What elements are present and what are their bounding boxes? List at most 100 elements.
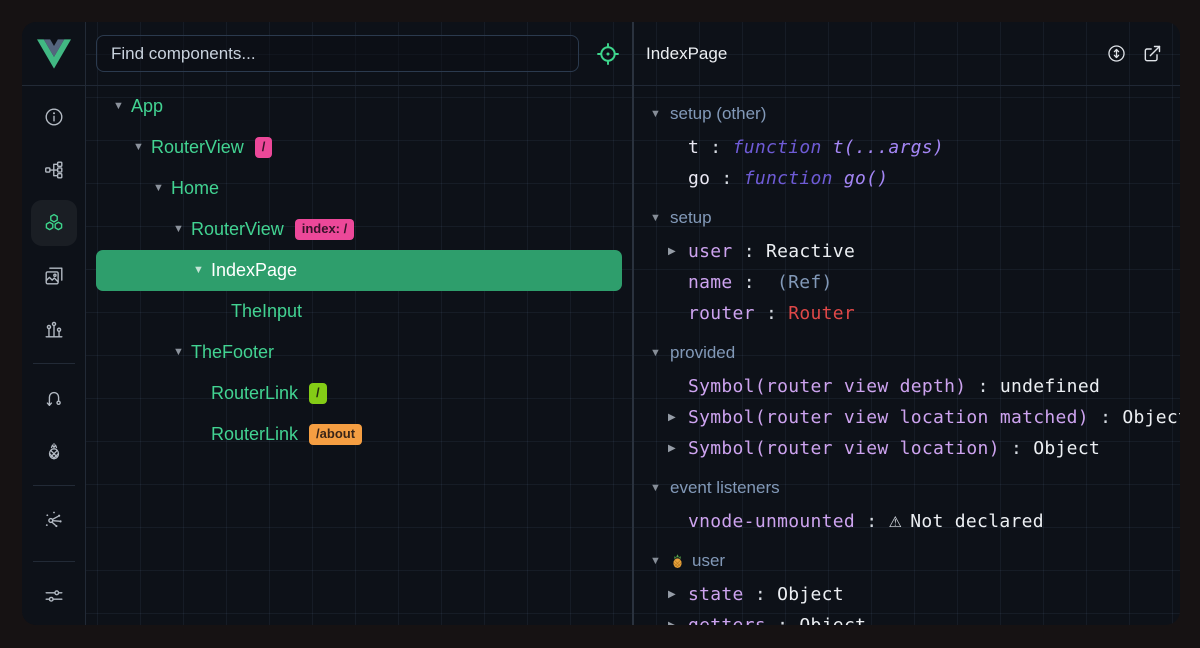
sidebar-divider	[33, 485, 75, 486]
tree-node-routerview-index[interactable]: RouterView index: /	[96, 209, 622, 250]
chevron-down-icon	[650, 483, 670, 494]
tree-node-routerview[interactable]: RouterView /	[96, 127, 622, 168]
tree-node-label: Home	[171, 178, 219, 199]
entry-key: router	[688, 303, 755, 324]
state-entry-vnode-unmounted[interactable]: vnode-unmounted : ⚠ Not declared	[634, 506, 1180, 537]
entry-value: Object	[1033, 438, 1100, 459]
entry-key: Symbol(router view depth)	[688, 376, 966, 397]
chevron-right-icon[interactable]	[668, 444, 688, 454]
chevron-down-icon[interactable]	[113, 101, 131, 112]
state-entry-name[interactable]: name : (Ref)	[634, 267, 1180, 298]
tree-node-indexpage[interactable]: IndexPage	[96, 250, 622, 291]
entry-key: vnode-unmounted	[688, 511, 855, 532]
chevron-down-icon	[650, 109, 670, 120]
state-entry-router-view-location-matched[interactable]: Symbol(router view location matched) : O…	[634, 402, 1180, 433]
chevron-down-icon[interactable]	[193, 265, 211, 276]
entry-value: go()	[844, 168, 889, 189]
entry-value: Object	[777, 584, 844, 605]
section-header[interactable]: event listeners	[634, 470, 1180, 506]
entry-key: user	[688, 241, 733, 262]
pages-tree-icon[interactable]	[31, 147, 77, 193]
state-entry-router[interactable]: router : Router	[634, 298, 1180, 329]
info-icon[interactable]	[31, 94, 77, 140]
chevron-down-icon[interactable]	[153, 183, 171, 194]
vue-logo	[22, 22, 85, 86]
state-entry-t[interactable]: t : function t(...args)	[634, 132, 1180, 163]
section-setup-other: setup (other) t : function t(...args) go…	[634, 96, 1180, 194]
inspector-panel: IndexPage	[634, 22, 1180, 625]
entry-key: t	[688, 137, 699, 158]
search-input[interactable]	[96, 35, 579, 72]
entry-value: (Ref)	[777, 272, 833, 293]
state-entry-user[interactable]: user : Reactive	[634, 236, 1180, 267]
settings-icon[interactable]	[31, 573, 77, 625]
tree-node-home[interactable]: Home	[96, 168, 622, 209]
components-toolbar	[86, 22, 632, 86]
state-entry-state[interactable]: state : Object	[634, 579, 1180, 610]
entry-value: t(...args)	[833, 137, 944, 158]
sidebar	[22, 22, 86, 625]
section-header[interactable]: provided	[634, 335, 1180, 371]
assets-icon[interactable]	[31, 253, 77, 299]
warning-icon: ⚠	[888, 513, 902, 531]
section-header[interactable]: setup (other)	[634, 96, 1180, 132]
devtools-window: App RouterView / Home RouterView index: …	[0, 0, 1200, 648]
entry-separator: :	[1000, 438, 1033, 459]
pinia-icon[interactable]	[31, 428, 77, 474]
tree-node-routerlink-home[interactable]: RouterLink /	[96, 373, 622, 414]
entry-separator: :	[966, 376, 999, 397]
entry-separator: :	[699, 137, 732, 158]
state-entry-router-view-location[interactable]: Symbol(router view location) : Object	[634, 433, 1180, 464]
entry-key: getters	[688, 615, 766, 625]
inspector-header: IndexPage	[634, 22, 1180, 86]
chevron-down-icon[interactable]	[173, 347, 191, 358]
entry-value: Router	[788, 303, 855, 324]
open-in-editor-icon[interactable]	[1142, 44, 1162, 64]
chevron-right-icon[interactable]	[668, 413, 688, 423]
sidebar-nav	[22, 86, 85, 625]
state-entry-router-view-depth[interactable]: Symbol(router view depth) : undefined	[634, 371, 1180, 402]
chevron-down-icon	[650, 348, 670, 359]
chevron-down-icon	[650, 213, 670, 224]
tree-node-label: IndexPage	[211, 260, 297, 281]
chevron-right-icon[interactable]	[668, 621, 688, 626]
entry-key: Symbol(router view location matched)	[688, 407, 1089, 428]
entry-value-keyword: function	[733, 137, 822, 158]
state-entry-go[interactable]: go : function go()	[634, 163, 1180, 194]
section-header[interactable]: setup	[634, 200, 1180, 236]
tree-node-app[interactable]: App	[96, 86, 622, 127]
entry-separator: :	[766, 615, 799, 625]
entry-value: Not declared	[910, 511, 1044, 532]
route-badge: /	[309, 383, 327, 403]
tree-node-routerlink-about[interactable]: RouterLink /about	[96, 414, 622, 455]
route-badge: /about	[309, 424, 362, 444]
sidebar-divider	[33, 363, 75, 364]
chevron-down-icon[interactable]	[133, 142, 151, 153]
tree-node-label: RouterLink	[211, 383, 298, 404]
section-title: provided	[670, 343, 735, 363]
entry-value: Object	[1122, 407, 1180, 428]
tree-node-label: RouterView	[151, 137, 244, 158]
tree-node-theinput[interactable]: TheInput	[96, 291, 622, 332]
section-provided: provided Symbol(router view depth) : und…	[634, 335, 1180, 464]
inspect-target-icon[interactable]	[595, 41, 621, 67]
components-icon[interactable]	[31, 200, 77, 246]
router-icon[interactable]	[31, 375, 77, 421]
section-header[interactable]: user	[634, 543, 1180, 579]
tree-node-thefooter[interactable]: TheFooter	[96, 332, 622, 373]
chevron-down-icon[interactable]	[173, 224, 191, 235]
timeline-icon[interactable]	[31, 306, 77, 352]
chevron-right-icon[interactable]	[668, 590, 688, 600]
entry-key: name	[688, 272, 733, 293]
section-title: setup	[670, 208, 712, 228]
section-event-listeners: event listeners vnode-unmounted : ⚠ Not …	[634, 470, 1180, 537]
state-entry-getters[interactable]: getters : Object	[634, 610, 1180, 625]
section-setup: setup user : Reactive name : (Ref)	[634, 200, 1180, 329]
scroll-to-component-icon[interactable]	[1106, 43, 1127, 64]
graph-icon[interactable]	[31, 497, 77, 543]
entry-separator: :	[733, 241, 766, 262]
tree-node-label: App	[131, 96, 163, 117]
tree-node-label: RouterLink	[211, 424, 298, 445]
route-badge: /	[255, 137, 273, 157]
chevron-right-icon[interactable]	[668, 247, 688, 257]
